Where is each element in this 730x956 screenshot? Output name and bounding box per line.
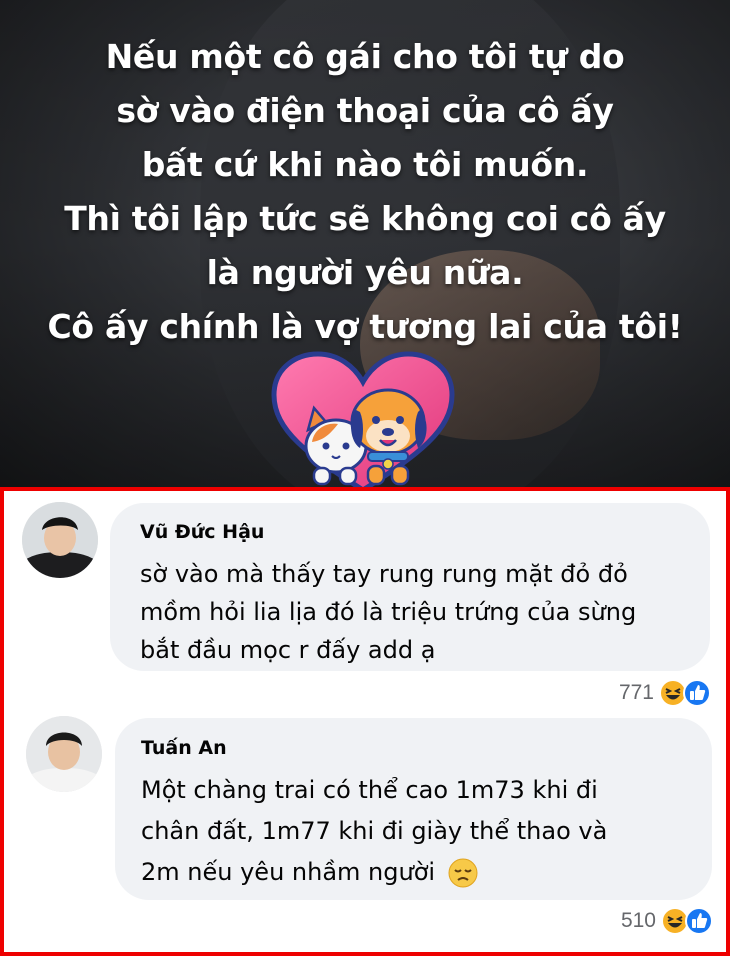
comment-line: chân đất, 1m77 khi đi giày thể thao và <box>141 817 608 845</box>
caption-line: sờ vào điện thoại của cô ấy <box>116 91 614 130</box>
comment-text: Một chàng trai có thể cao 1m73 khi đi ch… <box>141 770 607 893</box>
comments-panel: Vũ Đức Hậu sờ vào mà thấy tay rung rung … <box>0 487 730 956</box>
profile-photo-icon <box>26 716 102 792</box>
comment-line: sờ vào mà thấy tay rung rung mặt đỏ đỏ <box>140 560 628 588</box>
reaction-summary[interactable]: 510 <box>621 906 714 936</box>
post-image: Nếu một cô gái cho tôi tự do sờ vào điện… <box>0 0 730 487</box>
comment-line: mồm hỏi lia lịa đó là triệu trứng của sừ… <box>140 598 637 626</box>
heart-cat-dog-logo-icon <box>271 351 455 487</box>
reaction-count: 510 <box>620 909 656 932</box>
comment-line: bắt đầu mọc r đấy add ạ <box>140 636 436 664</box>
like-icon <box>683 679 711 707</box>
post-caption: Nếu một cô gái cho tôi tự do sờ vào điện… <box>10 30 720 354</box>
caption-line: bất cứ khi nào tôi muốn. <box>141 145 589 184</box>
reaction-summary[interactable]: 771 <box>619 678 712 708</box>
profile-photo-icon <box>22 502 98 578</box>
like-icon <box>685 907 713 935</box>
comment-bubble[interactable]: Tuấn An Một chàng trai có thể cao 1m73 k… <box>115 718 712 900</box>
caption-line: là người yêu nữa. <box>206 253 524 292</box>
comment-text: sờ vào mà thấy tay rung rung mặt đỏ đỏ m… <box>140 555 636 669</box>
comment-line-with-emoji: 2m nếu yêu nhầm người <box>141 852 607 893</box>
comment-bubble[interactable]: Vũ Đức Hậu sờ vào mà thấy tay rung rung … <box>110 503 710 671</box>
avatar[interactable] <box>22 502 98 578</box>
comment-author[interactable]: Vũ Đức Hậu <box>140 521 264 543</box>
comment-line: 2m nếu yêu nhầm người <box>141 858 436 886</box>
caption-line: Cô ấy chính là vợ tương lai của tôi! <box>47 307 683 346</box>
avatar[interactable] <box>26 716 102 792</box>
reaction-count: 771 <box>618 681 654 704</box>
caption-line: Nếu một cô gái cho tôi tự do <box>105 37 625 76</box>
caption-line: Thì tôi lập tức sẽ không coi cô ấy <box>64 199 666 238</box>
comment-author[interactable]: Tuấn An <box>141 737 227 759</box>
disappointed-face-icon <box>448 858 478 887</box>
comment-line: Một chàng trai có thể cao 1m73 khi đi <box>141 776 598 804</box>
